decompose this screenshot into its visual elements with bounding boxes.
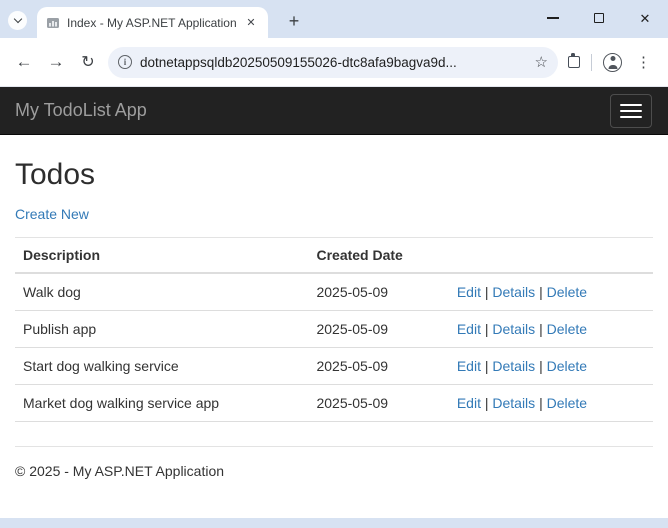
details-link[interactable]: Details [492,358,535,374]
details-link[interactable]: Details [492,395,535,411]
table-row: Walk dog 2025-05-09 Edit | Details | Del… [15,273,653,311]
details-link[interactable]: Details [492,284,535,300]
url-text[interactable]: dotnetappsqldb20250509155026-dtc8afa9bag… [140,55,527,70]
tab-close-icon[interactable]: ✕ [243,15,259,31]
edit-link[interactable]: Edit [457,321,481,337]
maximize-button[interactable] [576,0,622,36]
hamburger-icon [620,116,642,118]
action-separator: | [539,321,543,337]
column-header-created-date: Created Date [308,238,448,274]
action-separator: | [539,284,543,300]
page-title: Todos [15,158,653,192]
site-info-icon[interactable]: i [118,55,132,69]
cell-description: Market dog walking service app [15,385,308,422]
cell-description: Start dog walking service [15,348,308,385]
address-bar[interactable]: i dotnetappsqldb20250509155026-dtc8afa9b… [108,47,558,78]
table-row: Publish app 2025-05-09 Edit | Details | … [15,311,653,348]
navbar-toggle-button[interactable] [610,94,652,128]
cell-description: Publish app [15,311,308,348]
action-separator: | [539,358,543,374]
hamburger-icon [620,104,642,106]
reload-button[interactable]: ↻ [72,46,104,78]
todos-table: Description Created Date Walk dog 2025-0… [15,237,653,422]
chevron-down-icon [13,15,21,23]
edit-link[interactable]: Edit [457,284,481,300]
profile-avatar-icon[interactable] [603,53,622,72]
cell-created-date: 2025-05-09 [308,385,448,422]
site-favicon-icon [46,16,60,30]
column-header-actions [449,238,653,274]
extensions-icon[interactable] [568,56,580,68]
toolbar-separator [591,54,592,71]
close-icon: ✕ [640,12,651,25]
cell-created-date: 2025-05-09 [308,311,448,348]
action-separator: | [485,358,489,374]
hamburger-icon [620,110,642,112]
forward-button[interactable]: → [40,46,72,78]
new-tab-button[interactable]: + [281,9,307,35]
navbar-brand-link[interactable]: My TodoList App [15,100,147,121]
edit-link[interactable]: Edit [457,395,481,411]
create-new-link[interactable]: Create New [15,206,89,222]
window-controls: ✕ [530,0,668,36]
delete-link[interactable]: Delete [547,358,587,374]
action-separator: | [485,395,489,411]
action-separator: | [485,284,489,300]
browser-toolbar: ← → ↻ i dotnetappsqldb20250509155026-dtc… [0,38,668,87]
tab-title: Index - My ASP.NET Application [67,16,236,30]
action-separator: | [485,321,489,337]
footer-copyright: © 2025 - My ASP.NET Application [15,463,653,479]
back-button[interactable]: ← [8,46,40,78]
action-separator: | [539,395,543,411]
browser-menu-icon[interactable]: ⋮ [633,53,654,71]
cell-actions: Edit | Details | Delete [449,385,653,422]
tab-search-button[interactable] [8,11,27,30]
cell-created-date: 2025-05-09 [308,273,448,311]
window-frame-bottom [0,518,668,528]
page-body: Todos Create New Description Created Dat… [0,135,668,479]
table-header-row: Description Created Date [15,238,653,274]
footer-divider [15,446,653,447]
delete-link[interactable]: Delete [547,284,587,300]
column-header-description: Description [15,238,308,274]
browser-tab[interactable]: Index - My ASP.NET Application ✕ [37,7,268,38]
cell-actions: Edit | Details | Delete [449,348,653,385]
close-button[interactable]: ✕ [622,0,668,36]
delete-link[interactable]: Delete [547,321,587,337]
cell-actions: Edit | Details | Delete [449,311,653,348]
minimize-button[interactable] [530,0,576,36]
table-row: Start dog walking service 2025-05-09 Edi… [15,348,653,385]
delete-link[interactable]: Delete [547,395,587,411]
app-navbar: My TodoList App [0,87,668,135]
details-link[interactable]: Details [492,321,535,337]
toolbar-right-icons: ⋮ [566,53,660,72]
maximize-icon [594,13,604,23]
cell-actions: Edit | Details | Delete [449,273,653,311]
table-row: Market dog walking service app 2025-05-0… [15,385,653,422]
browser-tab-strip: Index - My ASP.NET Application ✕ + ✕ [0,0,668,38]
cell-created-date: 2025-05-09 [308,348,448,385]
edit-link[interactable]: Edit [457,358,481,374]
minimize-icon [547,17,559,19]
bookmark-star-icon[interactable]: ☆ [535,53,548,71]
cell-description: Walk dog [15,273,308,311]
